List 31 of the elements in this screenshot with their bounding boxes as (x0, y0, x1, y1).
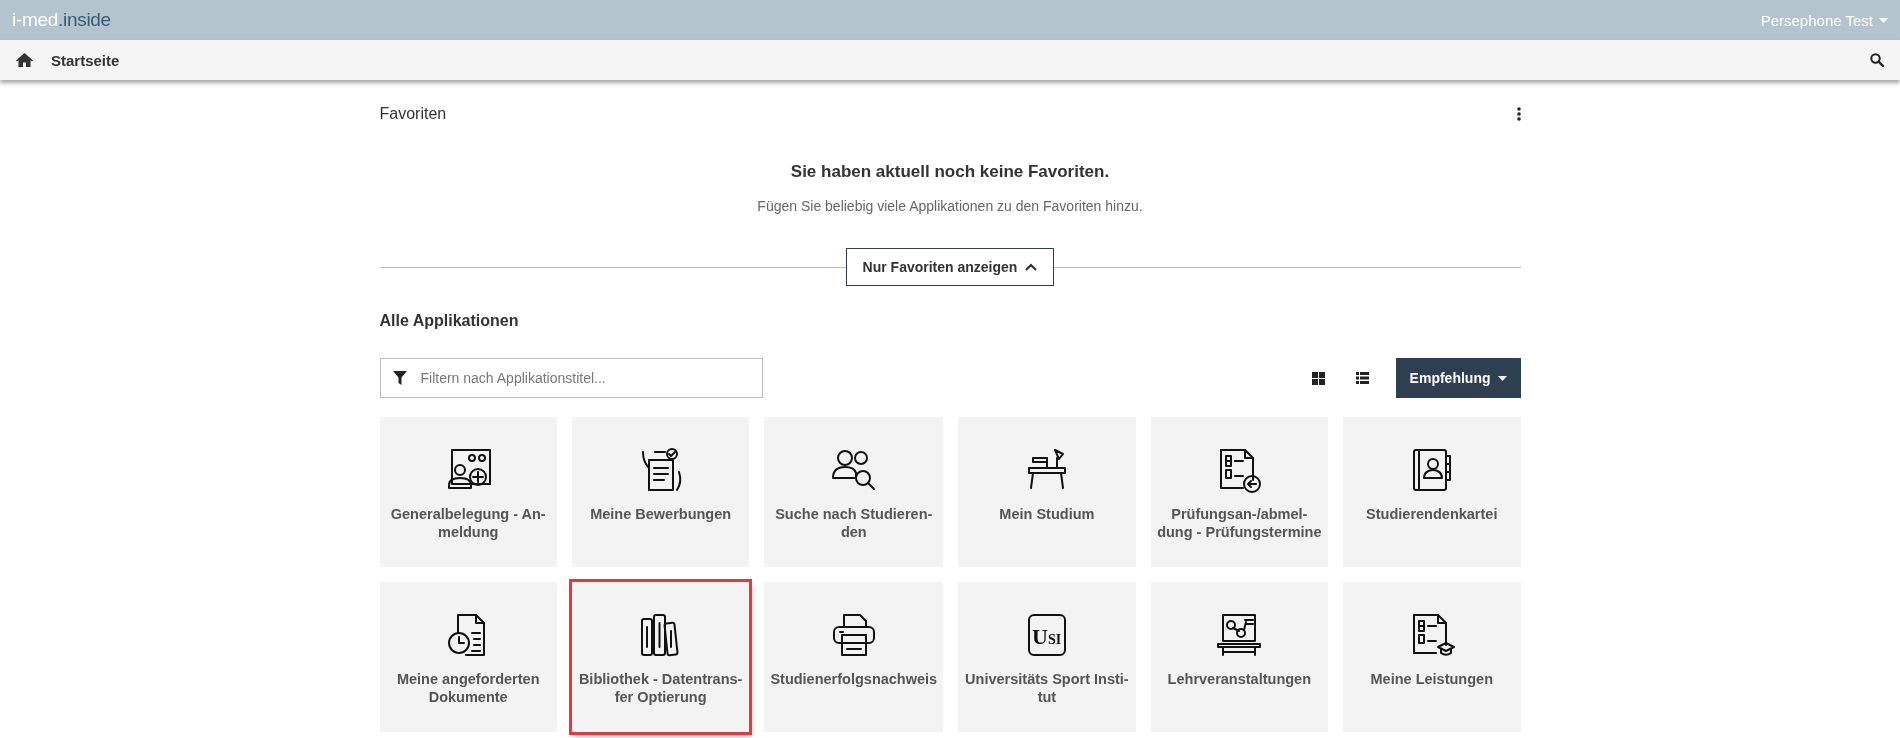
application-tile[interactable]: Bibliothek - Datentrans- fer Optierung (571, 582, 750, 732)
grid-view-icon[interactable] (1312, 371, 1326, 385)
chevron-icon (1025, 263, 1038, 271)
caret-icon (1879, 17, 1888, 23)
application-tile[interactable]: Meine angeforderten Dokumente (379, 582, 557, 732)
filter-field[interactable]: Filtern nach Applikationstitel... (379, 358, 763, 398)
logo: i-med.inside (12, 9, 111, 31)
search-icon[interactable] (1870, 53, 1884, 67)
application-tile[interactable]: Mein Studium (958, 417, 1136, 567)
more-options-icon[interactable] (1516, 107, 1521, 121)
sort-dropdown[interactable]: Empfehlung (1395, 358, 1521, 398)
application-tile[interactable]: Meine Leistungen (1343, 582, 1521, 732)
whiteboard-icon (1215, 611, 1264, 659)
application-tile[interactable]: Studierendenkartei (1343, 417, 1521, 567)
home-icon[interactable] (16, 53, 33, 67)
list-view-icon[interactable] (1356, 372, 1370, 384)
empty-state-title: Sie haben aktuell noch keine Favoriten. (789, 162, 1111, 182)
favorites-toggle-button[interactable]: Nur Favoriten anzeigen (845, 248, 1055, 286)
empty-state-text: Fügen Sie beliebig viele Applikationen zu den Favoriten hinzu. (756, 198, 1144, 214)
caret-icon (1497, 375, 1507, 381)
breadcrumb[interactable]: Startseite (51, 51, 120, 69)
section-title: Favoriten (379, 105, 447, 123)
application-tile[interactable]: Generalbelegung - An- meldung (379, 417, 557, 567)
section-title: Alle Applikationen (379, 312, 520, 330)
application-tile[interactable]: Studienerfolgsnachweis (764, 582, 944, 732)
application-tile[interactable]: Lehrveranstaltungen (1150, 582, 1329, 732)
application-tile[interactable]: Meine Bewerbungen (571, 417, 750, 567)
application-tile[interactable]: Prüfungsan-/abmel- dung - Prüfungstermine (1150, 417, 1329, 567)
filter-icon (392, 371, 407, 385)
application-tile[interactable]: Suche nach Studieren- den (764, 417, 944, 567)
application-tile[interactable]: USI Universitäts Sport Insti- tut (958, 582, 1136, 732)
